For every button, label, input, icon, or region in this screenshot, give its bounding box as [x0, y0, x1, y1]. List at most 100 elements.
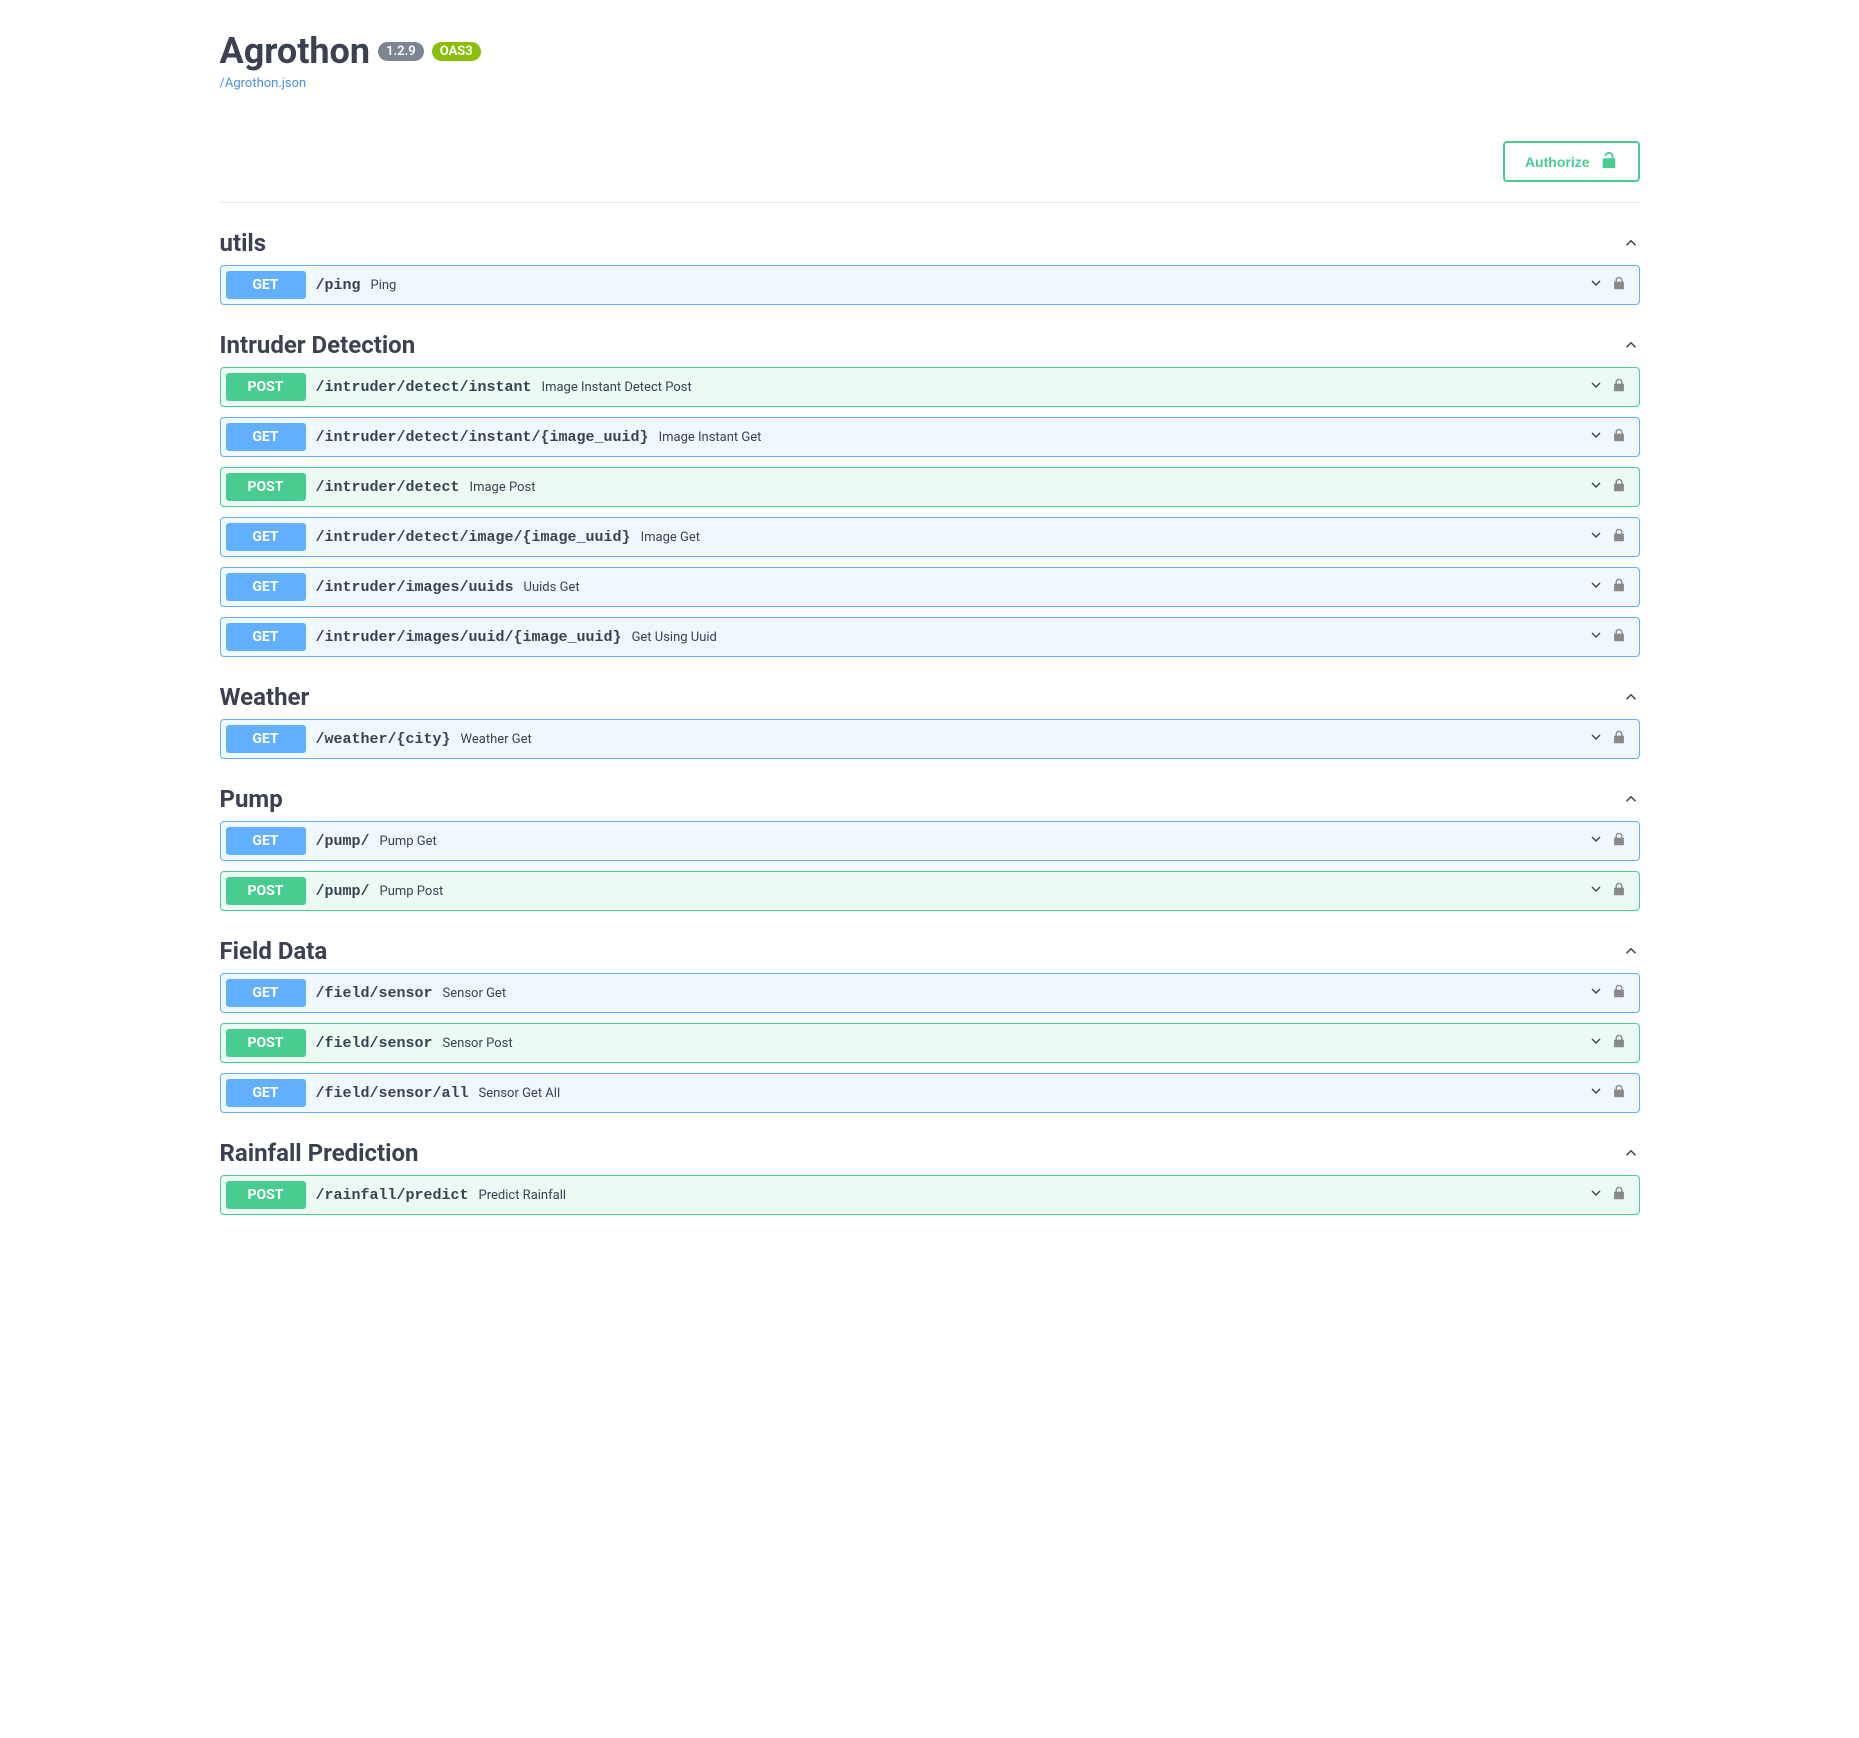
chevron-down-icon [1588, 729, 1604, 749]
operation-block: GET/intruder/detect/instant/{image_uuid}… [220, 417, 1640, 457]
lock-icon[interactable] [1612, 477, 1626, 497]
method-badge: POST [226, 373, 306, 401]
operation-block: GET/weather/{city}Weather Get [220, 719, 1640, 759]
operation-path: /intruder/detect/image/{image_uuid} [316, 529, 631, 546]
tag-name: utils [220, 229, 267, 257]
lock-icon[interactable] [1612, 983, 1626, 1003]
operation-description: Image Instant Get [659, 430, 762, 445]
operation-summary[interactable]: POST/intruder/detect/instant Image Instan… [221, 368, 1639, 406]
operation-summary[interactable]: GET/field/sensor/allSensor Get All [221, 1074, 1639, 1112]
operation-block: GET/intruder/images/uuid/{image_uuid} Get… [220, 617, 1640, 657]
chevron-up-icon [1622, 234, 1640, 252]
operation-block: GET/intruder/detect/image/{image_uuid} Im… [220, 517, 1640, 557]
method-badge: POST [226, 1181, 306, 1209]
lock-icon[interactable] [1612, 1033, 1626, 1053]
operation-path: /ping [316, 277, 361, 294]
tag-name: Pump [220, 785, 283, 813]
lock-icon[interactable] [1612, 831, 1626, 851]
tag-section: utils GET/pingPing [220, 221, 1640, 305]
operation-block: POST/rainfall/predict Predict Rainfall [220, 1175, 1640, 1215]
operation-summary[interactable]: GET/field/sensorSensor Get [221, 974, 1639, 1012]
operation-description: Sensor Get All [479, 1086, 561, 1101]
chevron-up-icon [1622, 1144, 1640, 1162]
tag-header[interactable]: Pump [220, 777, 1640, 821]
lock-icon[interactable] [1612, 377, 1626, 397]
operation-description: Sensor Post [443, 1036, 513, 1051]
operation-description: Image Post [470, 480, 536, 495]
tag-name: Intruder Detection [220, 331, 416, 359]
lock-icon[interactable] [1612, 275, 1626, 295]
lock-icon[interactable] [1612, 1185, 1626, 1205]
method-badge: POST [226, 1029, 306, 1057]
chevron-up-icon [1622, 688, 1640, 706]
operation-description: Uuids Get [524, 580, 580, 595]
operation-summary[interactable]: POST/field/sensorSensor Post [221, 1024, 1639, 1062]
lock-icon[interactable] [1612, 577, 1626, 597]
operation-description: Get Using Uuid [632, 630, 717, 645]
operation-path: /intruder/images/uuids [316, 579, 514, 596]
tag-section: Pump GET/pump/Pump Get POST/pump/Pump Post [220, 777, 1640, 911]
chevron-down-icon [1588, 831, 1604, 851]
operation-path: /intruder/detect [316, 479, 460, 496]
method-badge: POST [226, 877, 306, 905]
operation-block: GET/pump/Pump Get [220, 821, 1640, 861]
operation-summary[interactable]: GET/intruder/images/uuid/{image_uuid} Get… [221, 618, 1639, 656]
lock-icon[interactable] [1612, 627, 1626, 647]
tag-header[interactable]: Field Data [220, 929, 1640, 973]
method-badge: GET [226, 1079, 306, 1107]
method-badge: GET [226, 523, 306, 551]
tag-header[interactable]: Intruder Detection [220, 323, 1640, 367]
chevron-up-icon [1622, 336, 1640, 354]
lock-icon[interactable] [1612, 729, 1626, 749]
method-badge: GET [226, 623, 306, 651]
operation-summary[interactable]: GET/weather/{city}Weather Get [221, 720, 1639, 758]
lock-icon[interactable] [1612, 427, 1626, 447]
authorize-button[interactable]: Authorize [1503, 141, 1640, 182]
operation-path: /intruder/images/uuid/{image_uuid} [316, 629, 622, 646]
chevron-up-icon [1622, 790, 1640, 808]
operation-summary[interactable]: GET/intruder/images/uuids Uuids Get [221, 568, 1639, 606]
tag-header[interactable]: utils [220, 221, 1640, 265]
method-badge: GET [226, 573, 306, 601]
method-badge: GET [226, 423, 306, 451]
operation-path: /weather/{city} [316, 731, 451, 748]
spec-link[interactable]: /Agrothon.json [220, 76, 307, 91]
operation-summary[interactable]: GET/pingPing [221, 266, 1639, 304]
operation-summary[interactable]: POST/intruder/detect Image Post [221, 468, 1639, 506]
chevron-down-icon [1588, 477, 1604, 497]
method-badge: GET [226, 827, 306, 855]
operation-path: /rainfall/predict [316, 1187, 469, 1204]
operation-description: Pump Get [380, 834, 437, 849]
operation-description: Predict Rainfall [479, 1188, 567, 1203]
chevron-down-icon [1588, 427, 1604, 447]
tag-header[interactable]: Weather [220, 675, 1640, 719]
chevron-down-icon [1588, 577, 1604, 597]
api-header: Agrothon 1.2.9 OAS3 /Agrothon.json [220, 0, 1640, 101]
operation-summary[interactable]: GET/pump/Pump Get [221, 822, 1639, 860]
operation-description: Image Instant Detect Post [542, 380, 692, 395]
tag-name: Field Data [220, 937, 328, 965]
operation-description: Weather Get [461, 732, 532, 747]
method-badge: POST [226, 473, 306, 501]
chevron-down-icon [1588, 1033, 1604, 1053]
operation-block: GET/intruder/images/uuids Uuids Get [220, 567, 1640, 607]
chevron-down-icon [1588, 1185, 1604, 1205]
tag-section: Field Data GET/field/sensorSensor Get POST… [220, 929, 1640, 1113]
operation-summary[interactable]: GET/intruder/detect/image/{image_uuid} Im… [221, 518, 1639, 556]
operation-description: Sensor Get [443, 986, 507, 1001]
chevron-down-icon [1588, 627, 1604, 647]
chevron-down-icon [1588, 377, 1604, 397]
operation-summary[interactable]: GET/intruder/detect/instant/{image_uuid}… [221, 418, 1639, 456]
operation-description: Image Get [641, 530, 700, 545]
operation-path: /intruder/detect/instant [316, 379, 532, 396]
operation-block: POST/intruder/detect/instant Image Instan… [220, 367, 1640, 407]
operation-summary[interactable]: POST/pump/Pump Post [221, 872, 1639, 910]
authorize-label: Authorize [1525, 154, 1590, 170]
operation-block: POST/intruder/detect Image Post [220, 467, 1640, 507]
tag-header[interactable]: Rainfall Prediction [220, 1131, 1640, 1175]
tag-section: WeatherGET/weather/{city}Weather Get [220, 675, 1640, 759]
lock-icon[interactable] [1612, 881, 1626, 901]
lock-icon[interactable] [1612, 1083, 1626, 1103]
operation-summary[interactable]: POST/rainfall/predict Predict Rainfall [221, 1176, 1639, 1214]
lock-icon[interactable] [1612, 527, 1626, 547]
